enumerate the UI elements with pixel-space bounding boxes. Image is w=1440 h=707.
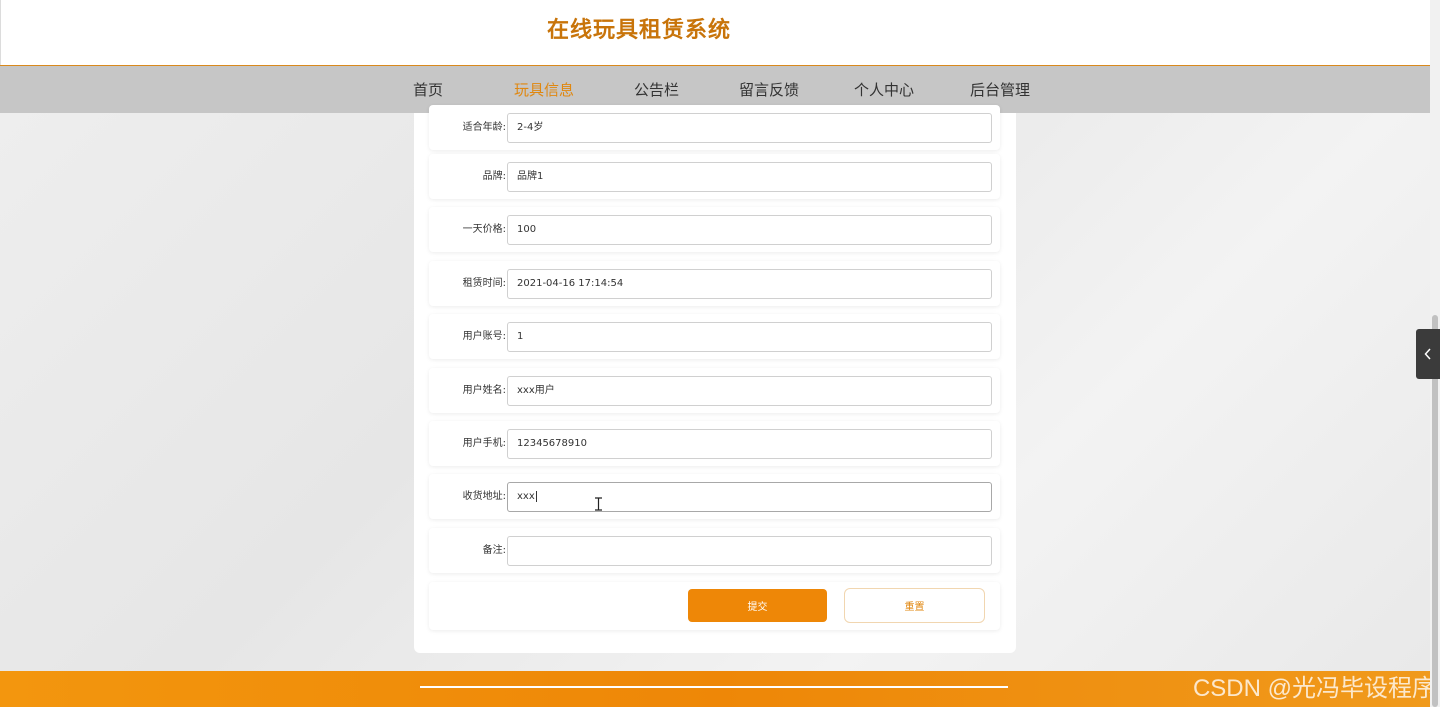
address-value: xxx	[517, 491, 535, 502]
age-field[interactable]: 2-4岁	[507, 113, 992, 143]
chevron-left-icon	[1424, 348, 1431, 360]
footer-divider	[420, 686, 1008, 688]
user-name-field[interactable]: xxx用户	[507, 376, 992, 406]
rental-time-field[interactable]: 2021-04-16 17:14:54	[507, 269, 992, 299]
user-account-field[interactable]: 1	[507, 322, 992, 352]
remarks-field[interactable]	[507, 536, 992, 566]
daily-price-field[interactable]: 100	[507, 215, 992, 245]
submit-button[interactable]: 提交	[688, 589, 827, 622]
form-row-rental-time: 租赁时间: 2021-04-16 17:14:54	[429, 261, 1000, 306]
field-label: 租赁时间:	[462, 278, 506, 289]
nav-item-toy-info[interactable]: 玩具信息	[514, 79, 574, 100]
brand-field[interactable]: 品牌1	[507, 162, 992, 192]
reset-button[interactable]: 重置	[844, 588, 985, 623]
text-cursor-icon	[595, 497, 602, 511]
form-actions: 提交 重置	[429, 582, 1000, 630]
site-title: 在线玩具租赁系统	[547, 18, 732, 43]
nav-item-admin[interactable]: 后台管理	[970, 79, 1030, 100]
form-row-remarks: 备注:	[429, 528, 1000, 573]
form-row-daily-price: 一天价格: 100	[429, 207, 1000, 252]
nav-item-feedback[interactable]: 留言反馈	[739, 79, 799, 100]
nav-item-bulletin[interactable]: 公告栏	[634, 79, 679, 100]
field-label: 一天价格:	[462, 224, 506, 235]
field-label: 品牌:	[482, 171, 506, 182]
user-phone-field[interactable]: 12345678910	[507, 429, 992, 459]
field-label: 收货地址:	[462, 491, 506, 502]
field-label: 备注:	[482, 545, 506, 556]
form-row-address: 收货地址: xxx	[429, 474, 1000, 519]
field-label: 用户姓名:	[462, 385, 506, 396]
form-row-age: 适合年龄: 2-4岁	[429, 105, 1000, 150]
field-label: 用户手机:	[462, 438, 506, 449]
form-row-brand: 品牌: 品牌1	[429, 154, 1000, 199]
side-panel-toggle[interactable]	[1416, 329, 1440, 379]
field-label: 用户账号:	[462, 331, 506, 342]
watermark: CSDN @光冯毕设程序	[1192, 675, 1436, 702]
text-caret	[535, 490, 537, 502]
nav-item-home[interactable]: 首页	[413, 79, 443, 100]
address-field[interactable]: xxx	[507, 482, 992, 512]
rental-form: 适合年龄: 2-4岁 品牌: 品牌1 一天价格: 100 租赁时间: 2021-…	[414, 105, 1016, 653]
site-header: 在线玩具租赁系统	[0, 0, 1430, 65]
nav-item-personal-center[interactable]: 个人中心	[854, 79, 914, 100]
form-row-user-name: 用户姓名: xxx用户	[429, 368, 1000, 413]
form-row-user-account: 用户账号: 1	[429, 314, 1000, 359]
form-row-user-phone: 用户手机: 12345678910	[429, 421, 1000, 466]
field-label: 适合年龄:	[462, 122, 506, 133]
